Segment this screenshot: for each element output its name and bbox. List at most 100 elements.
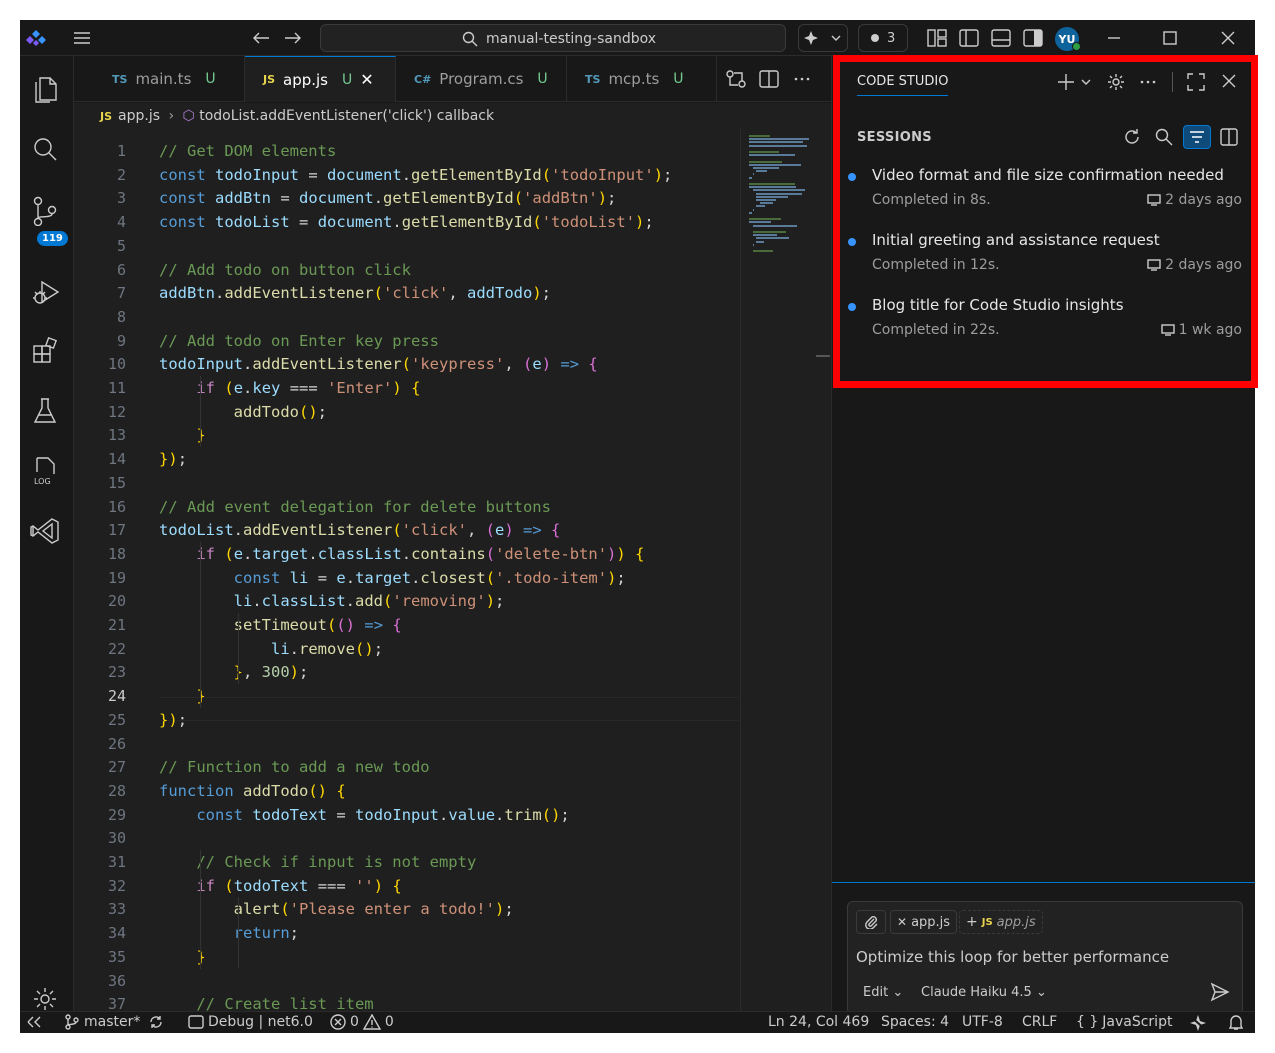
- code-line[interactable]: addTodo();: [159, 400, 327, 424]
- code-line[interactable]: // Function to add a new todo: [159, 755, 430, 779]
- code-line[interactable]: // Add todo on button click: [159, 258, 411, 282]
- error-count: 0: [350, 1014, 359, 1030]
- code-line[interactable]: // Create list item: [159, 992, 373, 1011]
- testing-icon[interactable]: [32, 396, 58, 426]
- line-number: 35: [107, 947, 126, 966]
- tab-program-cs[interactable]: C# Program.cs U: [396, 56, 567, 102]
- code-line[interactable]: addBtn.addEventListener('click', addTodo…: [159, 281, 551, 305]
- problems-status[interactable]: 0 0: [330, 1014, 394, 1030]
- output-log-icon[interactable]: LOG: [32, 456, 58, 486]
- command-center-text: manual-testing-sandbox: [486, 31, 657, 47]
- forward-arrow-icon[interactable]: [284, 30, 302, 46]
- code-line[interactable]: // Add todo on Enter key press: [159, 329, 439, 353]
- code-line[interactable]: li.classList.add('removing');: [159, 589, 505, 613]
- chip-label: app.js: [996, 914, 1036, 930]
- tab-main-ts[interactable]: TS main.ts U: [94, 56, 245, 102]
- extensions-icon[interactable]: [32, 336, 60, 364]
- settings-gear-icon[interactable]: [32, 986, 58, 1012]
- code-line[interactable]: // Get DOM elements: [159, 139, 336, 163]
- back-arrow-icon[interactable]: [252, 30, 270, 46]
- menu-icon[interactable]: [73, 30, 91, 46]
- source-control-icon[interactable]: [32, 196, 58, 226]
- close-window-icon[interactable]: [1220, 30, 1236, 46]
- copilot-status-icon[interactable]: [1188, 1014, 1208, 1032]
- search-icon[interactable]: [32, 136, 58, 164]
- send-icon[interactable]: [1210, 982, 1230, 1002]
- context-chip-app-js[interactable]: ✕ app.js: [890, 910, 958, 934]
- line-number: 18: [107, 544, 126, 563]
- code-line[interactable]: // Check if input is not empty: [159, 850, 476, 874]
- chat-input-box[interactable]: ✕ app.js + JS app.js Optimize this loop …: [847, 901, 1243, 1015]
- close-tab-icon[interactable]: ✕: [360, 70, 373, 89]
- debug-config-status[interactable]: Debug | net6.0: [188, 1014, 313, 1030]
- toggle-secondary-sidebar-icon[interactable]: [1023, 29, 1043, 47]
- toggle-panel-icon[interactable]: [991, 29, 1011, 47]
- toggle-primary-sidebar-icon[interactable]: [959, 29, 979, 47]
- code-line[interactable]: const todoList = document.getElementById…: [159, 210, 654, 234]
- compare-changes-icon[interactable]: [726, 70, 746, 88]
- sync-icon[interactable]: [148, 1014, 164, 1030]
- code-line[interactable]: todoInput.addEventListener('keypress', (…: [159, 352, 598, 376]
- status-bar: master* Debug | net6.0 0 0 Ln 24, Col 46…: [20, 1011, 1255, 1033]
- code-line[interactable]: if (e.target.classList.contains('delete-…: [159, 542, 644, 566]
- minimize-icon[interactable]: [1106, 30, 1122, 46]
- notifications-bell-icon[interactable]: [1228, 1014, 1244, 1031]
- language-mode[interactable]: { } JavaScript: [1076, 1014, 1172, 1030]
- line-number: 23: [107, 663, 126, 682]
- pending-changes-button[interactable]: 3: [858, 24, 908, 52]
- code-line[interactable]: return;: [159, 921, 299, 945]
- minimap-line: [759, 202, 773, 205]
- maximize-icon[interactable]: [1162, 30, 1178, 46]
- line-ending[interactable]: CRLF: [1022, 1014, 1057, 1030]
- code-line[interactable]: alert('Please enter a todo!');: [159, 897, 514, 921]
- command-center-search[interactable]: manual-testing-sandbox: [320, 24, 786, 52]
- minimap[interactable]: [740, 129, 820, 1011]
- chat-input[interactable]: Optimize this loop for better performanc…: [856, 948, 1169, 966]
- breadcrumb-file[interactable]: app.js: [118, 108, 160, 124]
- code-line[interactable]: if (e.key === 'Enter') {: [159, 376, 420, 400]
- code-line[interactable]: li.remove();: [159, 637, 383, 661]
- minimap-line: [749, 138, 809, 141]
- line-number: 27: [107, 758, 126, 777]
- explorer-icon[interactable]: [32, 74, 58, 104]
- code-line[interactable]: if (todoText === '') {: [159, 874, 401, 898]
- code-line[interactable]: todoList.addEventListener('click', (e) =…: [159, 518, 560, 542]
- mode-picker[interactable]: Edit ⌄: [863, 985, 903, 1000]
- code-line[interactable]: const todoInput = document.getElementByI…: [159, 163, 672, 187]
- tab-app-js[interactable]: JS app.js U ✕: [245, 56, 396, 102]
- model-picker[interactable]: Claude Haiku 4.5 ⌄: [921, 985, 1047, 1000]
- code-line[interactable]: function addTodo() {: [159, 779, 346, 803]
- context-chip-suggested[interactable]: + JS app.js: [959, 910, 1043, 934]
- code-line[interactable]: const todoText = todoInput.value.trim();: [159, 803, 569, 827]
- code-line[interactable]: }, 300);: [159, 660, 309, 684]
- remote-icon[interactable]: [26, 1014, 42, 1030]
- code-line[interactable]: });: [159, 708, 187, 732]
- more-actions-icon[interactable]: [792, 70, 812, 88]
- customize-layout-icon[interactable]: [927, 29, 947, 47]
- indentation[interactable]: Spaces: 4: [881, 1014, 949, 1030]
- code-editor[interactable]: 1 2 3 4 5 6 7 8 9 10 11 12 13 14 15 16 17 18 19 20 21 22 23 24 2…: [74, 129, 831, 1011]
- title-bar: manual-testing-sandbox 3 YU: [20, 20, 1255, 56]
- indent-guide: [199, 376, 201, 448]
- breadcrumb-symbol[interactable]: todoList.addEventListener('click') callb…: [199, 108, 494, 124]
- branch-status[interactable]: master*: [64, 1014, 140, 1030]
- line-number: 7: [116, 284, 126, 303]
- highlight-annotation-box: [833, 55, 1258, 388]
- remove-icon[interactable]: ✕: [897, 915, 907, 929]
- minimap-line: [749, 141, 803, 144]
- cursor-position[interactable]: Ln 24, Col 469: [768, 1014, 869, 1030]
- code-line[interactable]: const addBtn = document.getElementById('…: [159, 186, 616, 210]
- code-line[interactable]: // Add event delegation for delete butto…: [159, 495, 551, 519]
- code-line[interactable]: });: [159, 447, 187, 471]
- attach-icon[interactable]: [856, 910, 886, 934]
- encoding[interactable]: UTF-8: [962, 1014, 1003, 1030]
- tab-mcp-ts[interactable]: TS mcp.ts U: [567, 56, 717, 102]
- vertical-scrollbar[interactable]: [816, 355, 830, 357]
- split-editor-icon[interactable]: [759, 70, 779, 88]
- run-debug-icon[interactable]: [32, 278, 60, 306]
- code-line[interactable]: const li = e.target.closest('.todo-item'…: [159, 566, 626, 590]
- code-line[interactable]: setTimeout(() => {: [159, 613, 402, 637]
- debug-config-text: Debug | net6.0: [208, 1014, 313, 1030]
- copilot-menu-button[interactable]: [798, 24, 848, 52]
- visual-studio-icon[interactable]: [30, 516, 60, 546]
